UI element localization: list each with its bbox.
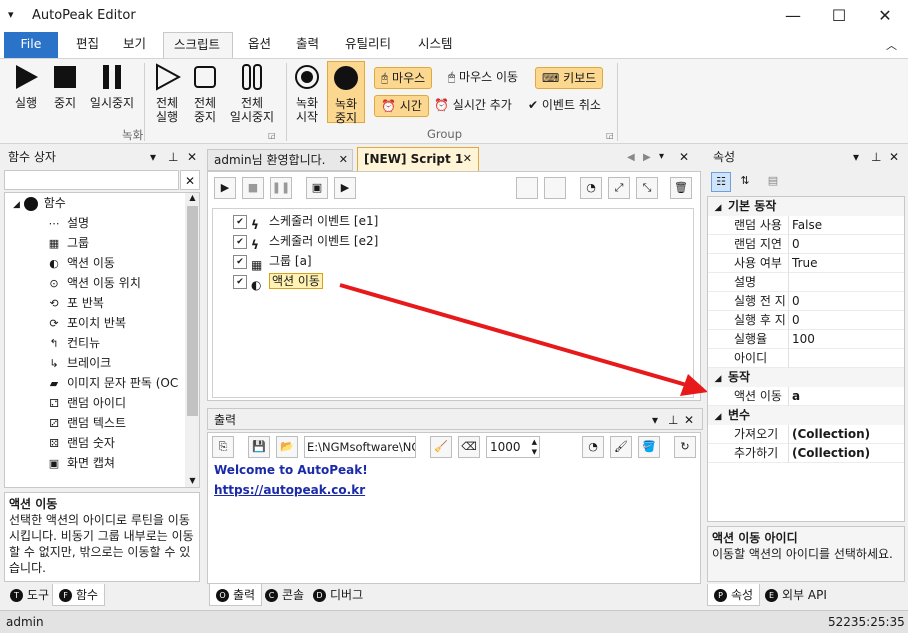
folder-icon[interactable]: 📂 <box>276 436 298 458</box>
save-icon[interactable]: 💾 <box>248 436 270 458</box>
status-bar: admin 52235:25:35 <box>0 610 908 633</box>
eraser-icon[interactable]: ⌫ <box>458 436 480 458</box>
status-time: 52235:25:35 <box>828 615 905 629</box>
property-section[interactable]: ◢ 변수 <box>708 406 904 425</box>
debug-icon: D <box>313 589 326 602</box>
panel-header: 출력 ▾ ⊥ ✕ <box>207 408 703 430</box>
dropdown-icon[interactable]: ▾ <box>853 146 859 168</box>
property-row[interactable]: 랜덤 지연 0 <box>708 235 904 254</box>
tab-properties[interactable]: P 속성 <box>707 584 761 606</box>
property-row[interactable]: 랜덤 사용 False <box>708 216 904 235</box>
tab-console[interactable]: C 콘솔 <box>259 584 310 606</box>
output-panel: 출력 ▾ ⊥ ✕ ⎘ 💾 📂 E:\NGMsoftware\NG 🧹 ⌫ 100… <box>207 408 703 606</box>
new-log-icon[interactable]: ⎘ <box>212 436 234 458</box>
categorized-icon[interactable]: ☷ <box>711 172 731 192</box>
output-line-welcome: Welcome to AutoPeak! <box>214 463 368 477</box>
property-row[interactable]: 가져오기 (Collection) <box>708 425 904 444</box>
sort-az-icon[interactable]: ⇅ <box>735 172 755 192</box>
properties-panel: 속성 ▾ ⊥ ✕ ☷ ⇅ ▤ ◢ 기본 동작 랜덤 사용 False 랜덤 지연 0 사용 … <box>707 146 906 606</box>
property-grid: ◢ 기본 동작 랜덤 사용 False 랜덤 지연 0 사용 여부 True 설명 실행 전 지0… <box>707 196 905 522</box>
path-input[interactable]: E:\NGMsoftware\NG <box>304 436 416 458</box>
pin-icon[interactable]: ⊥ <box>871 146 881 168</box>
external-api-icon: E <box>765 589 778 602</box>
property-row[interactable]: 액션 이동 a <box>708 387 904 406</box>
output-body: ⎘ 💾 📂 E:\NGMsoftware\NG 🧹 ⌫ 1000 ▲ ▼ ◔ 🖌 🪣… <box>207 432 701 584</box>
status-user: admin <box>6 615 44 629</box>
property-row[interactable]: 추가하기 (Collection) <box>708 444 904 463</box>
output-icon: O <box>216 589 229 602</box>
property-section[interactable]: ◢ 동작 <box>708 368 904 387</box>
paint-bucket-icon[interactable]: 🪣 <box>638 436 660 458</box>
property-description: 액션 이동 아이디 이동할 액션의 아이디를 선택하세요. <box>707 526 905 582</box>
tab-external-api[interactable]: E 외부 API <box>759 584 833 606</box>
clock-icon[interactable]: ◔ <box>582 436 604 458</box>
panel-header: 속성 ▾ ⊥ ✕ <box>707 146 906 168</box>
property-toolbar: ☷ ⇅ ▤ <box>707 170 906 196</box>
pin-icon[interactable]: ⊥ <box>668 409 678 431</box>
stepper-arrows-icon[interactable]: ▲ ▼ <box>532 437 537 457</box>
property-row[interactable]: 실행 전 지0 <box>708 292 904 311</box>
property-row[interactable]: 실행 후 지0 <box>708 311 904 330</box>
properties-icon: P <box>714 589 727 602</box>
refresh-icon[interactable]: ↻ <box>674 436 696 458</box>
property-row[interactable]: 사용 여부 True <box>708 254 904 273</box>
console-icon: C <box>265 589 278 602</box>
tab-debug[interactable]: D 디버그 <box>307 584 369 606</box>
property-row[interactable]: 실행율 100 <box>708 330 904 349</box>
output-link[interactable]: https://autopeak.co.kr <box>214 483 365 497</box>
close-icon[interactable]: ✕ <box>889 146 899 168</box>
tab-output[interactable]: O 출력 <box>209 584 263 606</box>
dropdown-icon[interactable]: ▾ <box>652 409 658 431</box>
clean-icon[interactable]: 🧹 <box>430 436 452 458</box>
property-section[interactable]: ◢ 기본 동작 <box>708 197 904 216</box>
property-row[interactable]: 아이디 <box>708 349 904 368</box>
brush-icon[interactable]: 🖌 <box>610 436 632 458</box>
close-icon[interactable]: ✕ <box>684 409 694 431</box>
property-row[interactable]: 설명 <box>708 273 904 292</box>
number-stepper[interactable]: 1000 ▲ ▼ <box>486 436 540 458</box>
property-pages-icon[interactable]: ▤ <box>763 172 783 192</box>
